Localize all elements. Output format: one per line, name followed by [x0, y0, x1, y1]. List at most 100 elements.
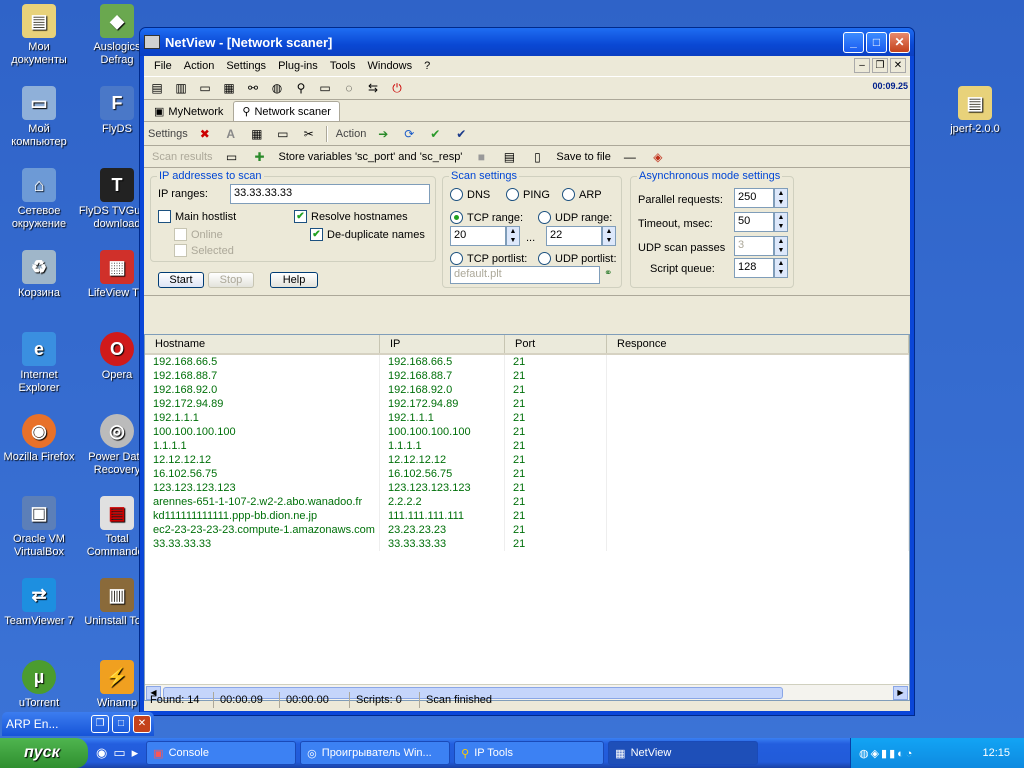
window-icon[interactable]: ▭ — [274, 125, 292, 143]
clock[interactable]: 12:15 — [982, 747, 1010, 759]
document-icon[interactable]: ▥ — [172, 79, 190, 97]
table-row[interactable]: 123.123.123.123 123.123.123.123 21 — [145, 481, 909, 495]
network-icon[interactable]: ▦ — [220, 79, 238, 97]
delete-icon[interactable]: ✖ — [196, 125, 214, 143]
table-row[interactable]: 192.172.94.89 192.172.94.89 21 — [145, 397, 909, 411]
ping-radio[interactable]: PING — [506, 188, 550, 201]
tools-icon[interactable]: ✂ — [300, 125, 318, 143]
console-icon[interactable]: ▭ — [196, 79, 214, 97]
deduplicate-names-checkbox[interactable]: ✔ De-duplicate names — [310, 228, 425, 241]
desktop-icon-utorrent[interactable]: µ uTorrent — [0, 660, 78, 710]
column-hostname[interactable]: Hostname — [145, 335, 380, 353]
table-row[interactable]: 16.102.56.75 16.102.56.75 21 — [145, 467, 909, 481]
clipboard-icon[interactable]: ▤ — [500, 148, 518, 166]
table-row[interactable]: 192.168.92.0 192.168.92.0 21 — [145, 383, 909, 397]
globe-icon[interactable]: ◍ — [268, 79, 286, 97]
parallel-requests-spinner[interactable]: ▲ ▼ — [774, 188, 788, 208]
udp-portlist-radio[interactable]: UDP portlist: — [538, 252, 617, 265]
desktop-icon-recycle-bin[interactable]: ♻ Корзина — [0, 250, 78, 300]
tcp-to-spinner[interactable]: ▲ ▼ — [602, 226, 616, 246]
mdi-minimize-button[interactable]: – — [854, 58, 870, 73]
minus-icon[interactable]: — — [621, 148, 639, 166]
transfer-icon[interactable]: ⇆ — [364, 79, 382, 97]
timeout-input[interactable]: 50 — [734, 212, 774, 232]
desktop-icon-my-computer[interactable]: ▭ Мой компьютер — [0, 86, 78, 149]
tcp-from-spinner[interactable]: ▲ ▼ — [506, 226, 520, 246]
selected-checkbox[interactable]: Selected — [174, 244, 234, 257]
task-console[interactable]: ▣ Console — [146, 741, 297, 765]
menu-file[interactable]: File — [148, 60, 178, 72]
window-titlebar[interactable]: NetView - [Network scaner] _ □ ✕ — [140, 28, 914, 56]
task-media-player[interactable]: ◎ Проигрыватель Win... — [300, 741, 451, 765]
font-icon[interactable]: A — [222, 125, 240, 143]
chat-icon[interactable]: ◌ — [340, 79, 358, 97]
monitor-icon[interactable]: ▭ — [223, 148, 241, 166]
table-row[interactable]: 192.168.66.5 192.168.66.5 21 — [145, 355, 909, 369]
minimize-button[interactable]: _ — [843, 31, 864, 53]
show-desktop-icon[interactable]: ▭ — [113, 745, 125, 761]
media-icon[interactable]: ▸ — [132, 745, 139, 761]
table-row[interactable]: 100.100.100.100 100.100.100.100 21 — [145, 425, 909, 439]
menu-plugins[interactable]: Plug-ins — [272, 60, 324, 72]
task-ip-tools[interactable]: ⚲ IP Tools — [454, 741, 605, 765]
list-icon[interactable]: ▤ — [148, 79, 166, 97]
udp-range-radio[interactable]: UDP range: — [538, 211, 612, 224]
timeout-spinner[interactable]: ▲ ▼ — [774, 212, 788, 232]
column-port[interactable]: Port — [505, 335, 607, 353]
tray-icons[interactable]: ◍◈▮▮◐◔ — [851, 747, 914, 760]
run-icon[interactable]: ➔ — [374, 125, 392, 143]
note-icon[interactable]: ▯ — [528, 148, 546, 166]
task-netview[interactable]: ▦ NetView — [608, 741, 759, 765]
menu-action[interactable]: Action — [178, 60, 221, 72]
menu-settings[interactable]: Settings — [220, 60, 272, 72]
search-icon[interactable]: ⚲ — [292, 79, 310, 97]
table-row[interactable]: 1.1.1.1 1.1.1.1 21 — [145, 439, 909, 453]
menu-windows[interactable]: Windows — [362, 60, 419, 72]
close-icon[interactable]: ✕ — [133, 715, 151, 733]
resolve-hostnames-checkbox[interactable]: ✔ Resolve hostnames — [294, 210, 408, 223]
save-to-file-label[interactable]: Save to file — [556, 151, 610, 163]
table-row[interactable]: ec2-23-23-23-23.compute-1.amazonaws.com 2… — [145, 523, 909, 537]
dns-radio[interactable]: DNS — [450, 188, 490, 201]
tcp-portlist-radio[interactable]: TCP portlist: — [450, 252, 527, 265]
stop-button[interactable]: Stop — [208, 272, 254, 288]
add-icon[interactable]: ✚ — [251, 148, 269, 166]
desktop-icon-virtualbox[interactable]: ▣ Oracle VM VirtualBox — [0, 496, 78, 559]
tab-mynetwork[interactable]: ▣ MyNetwork — [146, 102, 231, 121]
check-dark-icon[interactable]: ✔ — [452, 125, 470, 143]
restore-icon[interactable]: ❐ — [91, 715, 109, 733]
start-button-taskbar[interactable]: пуск — [0, 738, 88, 768]
desktop-icon-teamviewer[interactable]: ⇄ TeamViewer 7 — [0, 578, 78, 628]
tcp-range-from-input[interactable]: 20 — [450, 226, 506, 246]
help-button[interactable]: Help — [270, 272, 318, 288]
refresh-icon[interactable]: ⟳ — [400, 125, 418, 143]
start-button[interactable]: Start — [158, 272, 204, 288]
menu-help[interactable]: ? — [418, 60, 436, 72]
tcp-range-to-input[interactable]: 22 — [546, 226, 602, 246]
close-button[interactable]: ✕ — [889, 31, 910, 53]
arp-minimized-window[interactable]: ARP En... ❐ □ ✕ — [2, 712, 154, 736]
column-ip[interactable]: IP — [380, 335, 505, 353]
table-row[interactable]: 12.12.12.12 12.12.12.12 21 — [145, 453, 909, 467]
desktop-icon-my-documents[interactable]: ▤ Мои документы — [0, 4, 78, 67]
maximize-button[interactable]: □ — [866, 31, 887, 53]
stop-icon[interactable]: ■ — [472, 148, 490, 166]
tab-network-scaner[interactable]: ⚲ Network scaner — [233, 101, 340, 121]
arp-radio[interactable]: ARP — [562, 188, 602, 201]
table-row[interactable]: 192.168.88.7 192.168.88.7 21 — [145, 369, 909, 383]
desktop-icon-network[interactable]: ⌂ Сетевое окружение — [0, 168, 78, 231]
firefox-icon[interactable]: ◉ — [96, 745, 107, 761]
bug-icon[interactable]: ◈ — [649, 148, 667, 166]
udp-scan-passes-spinner[interactable]: ▲ ▼ — [774, 236, 788, 256]
mdi-restore-button[interactable]: ❐ — [872, 58, 888, 73]
table-row[interactable]: arennes-651-1-107-2.w2-2.abo.wanadoo.fr 2… — [145, 495, 909, 509]
script-queue-input[interactable]: 128 — [734, 258, 774, 278]
link-icon[interactable]: ⚯ — [244, 79, 262, 97]
desktop-icon-ie[interactable]: e Internet Explorer — [0, 332, 78, 395]
udp-scan-passes-input[interactable]: 3 — [734, 236, 774, 256]
maximize-icon[interactable]: □ — [112, 715, 130, 733]
power-icon[interactable]: ⏻ — [388, 79, 406, 97]
column-response[interactable]: Responce — [607, 335, 909, 353]
ip-ranges-input[interactable]: 33.33.33.33 — [230, 184, 430, 204]
table-row[interactable]: 192.1.1.1 192.1.1.1 21 — [145, 411, 909, 425]
